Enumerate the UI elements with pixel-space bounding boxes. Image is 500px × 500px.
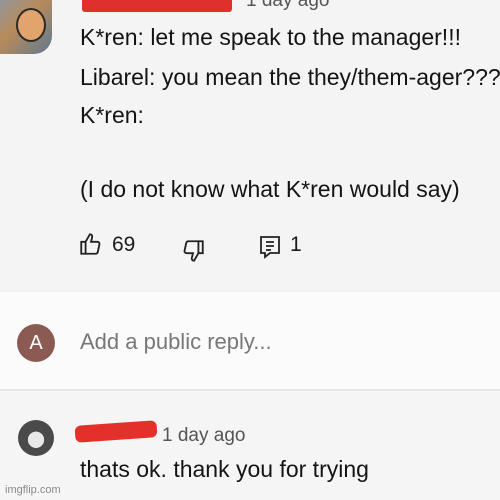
comment-line-3: K*ren:: [80, 102, 144, 128]
imgflip-watermark: imgflip.com: [5, 484, 61, 496]
like-count: 69: [112, 233, 136, 256]
thumbs-up-icon[interactable]: [78, 231, 104, 262]
user-avatar: A: [17, 324, 55, 362]
reply-timestamp: 1 day ago: [162, 425, 246, 446]
comment-line-2: Libarel: you mean the they/them-ager???: [80, 64, 500, 90]
comment-line-4: (I do not know what K*ren would say): [80, 176, 460, 202]
reply-card: [0, 391, 500, 500]
redacted-username: [82, 0, 232, 12]
comment-line-1: K*ren: let me speak to the manager!!!: [80, 24, 461, 50]
replier-avatar[interactable]: [18, 420, 54, 456]
public-reply-input[interactable]: Add a public reply...: [80, 329, 272, 355]
reply-text: thats ok. thank you for trying: [80, 456, 369, 482]
reply-count: 1: [290, 233, 302, 256]
commenter-avatar[interactable]: [0, 0, 52, 54]
comment-timestamp: 1 day ago: [246, 0, 330, 11]
thumbs-down-icon[interactable]: [180, 238, 206, 269]
reply-comment-icon[interactable]: [258, 234, 282, 265]
